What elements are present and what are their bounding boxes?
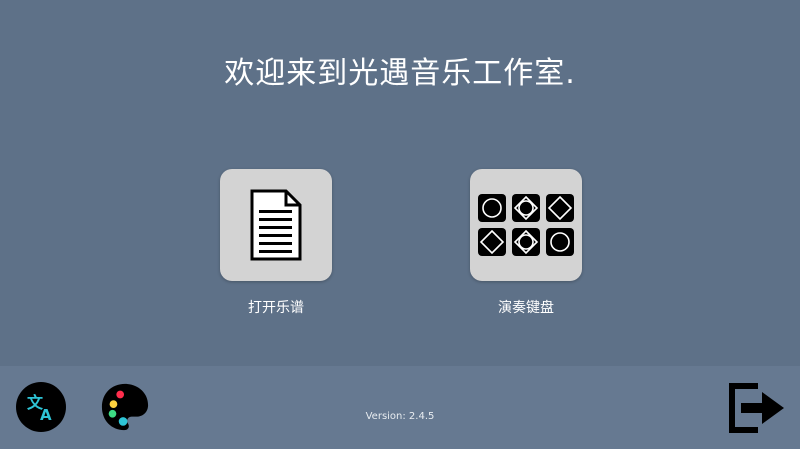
play-keyboard-menu-item: 演奏键盘	[456, 169, 596, 317]
version-text: Version: 2.4.5	[365, 411, 435, 422]
keyboard-grid-icon	[478, 194, 574, 256]
play-keyboard-label[interactable]: 演奏键盘	[456, 297, 596, 317]
open-score-button[interactable]	[220, 169, 332, 281]
exit-button[interactable]	[728, 382, 786, 434]
theme-button[interactable]	[100, 382, 150, 432]
document-icon	[250, 189, 302, 261]
palette-icon	[101, 383, 149, 431]
language-button[interactable]: 文 A	[16, 382, 66, 432]
play-keyboard-button[interactable]	[470, 169, 582, 281]
open-score-label[interactable]: 打开乐谱	[206, 297, 346, 317]
exit-icon	[729, 383, 784, 433]
page-title: 欢迎来到光遇音乐工作室.	[224, 56, 576, 91]
open-score-menu-item: 打开乐谱	[206, 169, 346, 317]
